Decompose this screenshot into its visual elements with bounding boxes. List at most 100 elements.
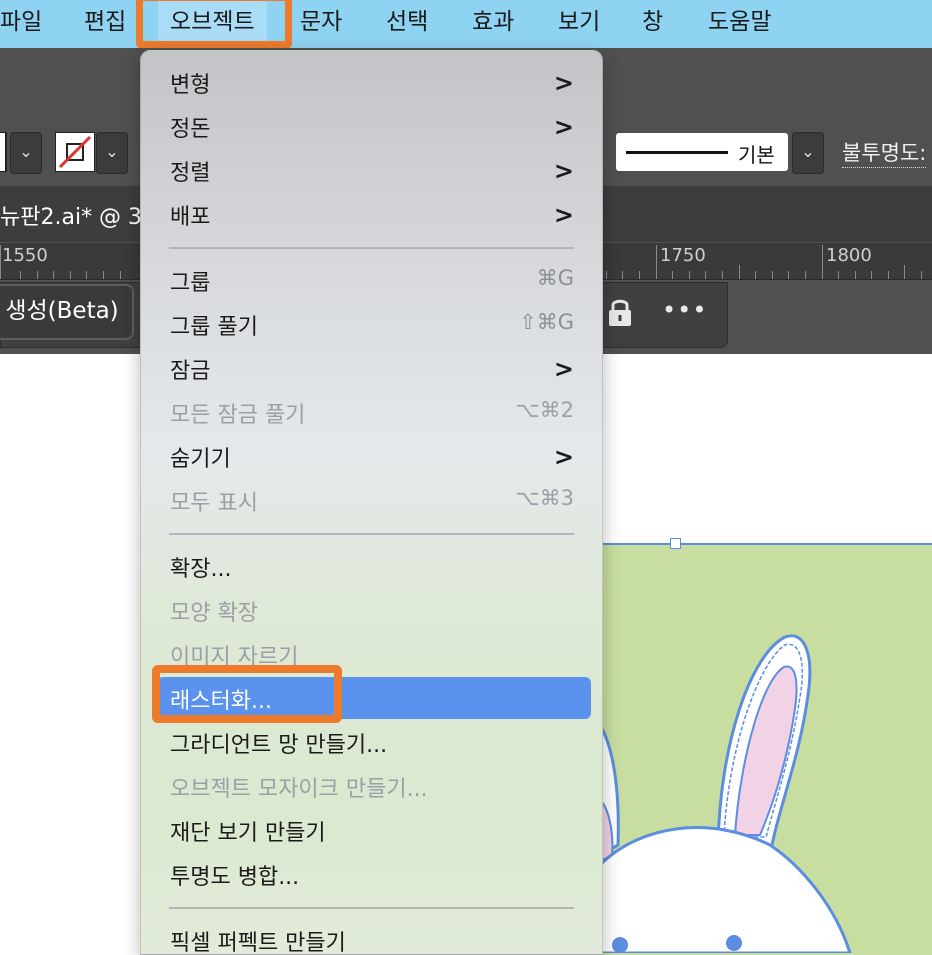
menu-item-label: 래스터화... [170, 689, 272, 714]
menu-item-label: 그룹 풀기 [170, 315, 258, 340]
menu-item-show-all[interactable]: 모두 표시 ⌥⌘3 [141, 481, 602, 521]
fill-swatch[interactable] [0, 132, 7, 172]
chevron-right-icon: > [553, 201, 574, 229]
menu-item-label: 모든 잠금 풀기 [170, 403, 306, 428]
menu-item-group[interactable]: 그룹 ⌘G [141, 261, 602, 301]
menu-item-label: 잠금 [170, 359, 211, 384]
menu-item-create-object-mosaic[interactable]: 오브젝트 모자이크 만들기... [141, 767, 602, 807]
fill-dropdown-button[interactable]: ⌄ [10, 132, 42, 174]
menu-item-label: 이미지 자르기 [170, 645, 299, 670]
menu-item-shortcut: ⇧⌘G [519, 310, 574, 334]
menu-item-label: 모양 확장 [170, 601, 258, 626]
ruler-tick [772, 271, 773, 279]
menu-select[interactable]: 선택 [386, 0, 428, 46]
document-tab-title[interactable]: 뉴판2.ai* @ 32 [0, 199, 156, 231]
menu-item-align[interactable]: 정렬 > [141, 151, 602, 191]
menu-item-label: 변형 [170, 73, 211, 98]
menu-help[interactable]: 도움말 [708, 0, 771, 46]
ruler-tick [20, 271, 21, 279]
ruler-tick [672, 271, 673, 279]
menu-separator [169, 907, 574, 909]
chevron-down-icon: ⌄ [801, 142, 815, 161]
menu-item-label: 숨기기 [170, 447, 231, 472]
menu-type[interactable]: 문자 [300, 0, 342, 46]
menu-item-distribute[interactable]: 배포 > [141, 195, 602, 235]
menu-effect[interactable]: 효과 [472, 0, 514, 46]
menu-item-hide[interactable]: 숨기기 > [141, 437, 602, 477]
menu-file[interactable]: 파일 [0, 0, 42, 46]
menu-item-expand[interactable]: 확장... [141, 547, 602, 587]
menu-item-unlock-all[interactable]: 모든 잠금 풀기 ⌥⌘2 [141, 393, 602, 433]
menu-separator [169, 247, 574, 249]
ruler-tick [53, 271, 54, 279]
menu-item-shortcut: ⌥⌘3 [515, 486, 574, 510]
lock-icon[interactable] [606, 296, 634, 328]
ruler-tick [120, 271, 121, 279]
stroke-profile-select[interactable]: 기본 [616, 133, 788, 171]
ruler-tick [838, 271, 839, 279]
menu-item-create-gradient-mesh[interactable]: 그라디언트 망 만들기... [141, 723, 602, 763]
bunny-illustration[interactable] [600, 545, 932, 953]
ruler-tick [37, 271, 38, 279]
chevron-down-icon: ⌄ [19, 142, 33, 161]
menu-item-crop-image[interactable]: 이미지 자르기 [141, 635, 602, 675]
chevron-right-icon: > [553, 113, 574, 141]
ruler-tick [622, 271, 623, 279]
ruler-tick [921, 271, 922, 279]
menu-item-shortcut: ⌘G [536, 266, 574, 290]
stroke-profile-label: 기본 [738, 143, 775, 167]
ruler-tick [855, 271, 856, 279]
ruler-tick [656, 245, 657, 279]
menu-view[interactable]: 보기 [558, 0, 600, 46]
ruler-tick [805, 271, 806, 279]
ruler-label: 1750 [660, 245, 706, 266]
menu-item-label: 오브젝트 모자이크 만들기... [170, 777, 428, 802]
ruler-tick [70, 271, 71, 279]
ruler-tick [904, 265, 905, 279]
menu-item-lock[interactable]: 잠금 > [141, 349, 602, 389]
menu-separator [169, 533, 574, 535]
ruler-tick [871, 271, 872, 279]
menu-item-expand-appearance[interactable]: 모양 확장 [141, 591, 602, 631]
menu-item-label: 배포 [170, 205, 211, 230]
ruler-label: 1800 [826, 245, 872, 266]
stroke-dropdown-button[interactable]: ⌄ [96, 132, 128, 174]
menu-item-make-pixel-perfect[interactable]: 픽셀 퍼펙트 만들기 [141, 921, 602, 955]
generate-beta-button[interactable]: 생성(Beta) [0, 284, 134, 340]
opacity-label[interactable]: 불투명도: [842, 137, 927, 168]
menu-object[interactable]: 오브젝트 [158, 0, 267, 46]
menu-item-shortcut: ⌥⌘2 [515, 398, 574, 422]
more-options-icon[interactable]: ••• [662, 296, 707, 324]
menu-item-transform[interactable]: 변형 > [141, 63, 602, 103]
menu-item-label: 모두 표시 [170, 491, 258, 516]
chevron-right-icon: > [553, 355, 574, 383]
menu-item-flatten-transparency[interactable]: 투명도 병합... [141, 855, 602, 895]
stroke-profile-dropdown-button[interactable]: ⌄ [792, 132, 824, 174]
stroke-swatch[interactable] [55, 132, 95, 172]
menu-item-create-trim-marks[interactable]: 재단 보기 만들기 [141, 811, 602, 851]
ruler-tick [606, 271, 607, 279]
ruler-tick [888, 271, 889, 279]
ruler-tick [788, 271, 789, 279]
chevron-right-icon: > [553, 69, 574, 97]
menu-bar: 파일 편집 오브젝트 문자 선택 효과 보기 창 도움말 [0, 0, 932, 48]
menu-item-label: 픽셀 퍼펙트 만들기 [170, 931, 346, 955]
menu-edit[interactable]: 편집 [84, 0, 126, 46]
menu-item-ungroup[interactable]: 그룹 풀기 ⇧⌘G [141, 305, 602, 345]
menu-item-arrange[interactable]: 정돈 > [141, 107, 602, 147]
stroke-profile-preview [626, 151, 728, 154]
menu-item-label: 그라디언트 망 만들기... [170, 733, 388, 758]
menu-item-rasterize[interactable]: 래스터화... [141, 679, 602, 719]
object-menu-dropdown: 변형 > 정돈 > 정렬 > 배포 > 그룹 ⌘G 그룹 풀기 ⇧⌘G 잠금 >… [140, 50, 603, 955]
ruler-tick [639, 271, 640, 279]
menu-window[interactable]: 창 [642, 0, 663, 46]
ruler-tick [86, 271, 87, 279]
menu-item-label: 그룹 [170, 271, 211, 296]
ruler-label: 1550 [2, 245, 48, 266]
ruler-tick [739, 265, 740, 279]
ruler-tick [722, 271, 723, 279]
ruler-tick [689, 271, 690, 279]
menu-item-label: 확장... [170, 557, 232, 582]
ruler-tick [103, 271, 104, 279]
menu-item-label: 재단 보기 만들기 [170, 821, 326, 846]
